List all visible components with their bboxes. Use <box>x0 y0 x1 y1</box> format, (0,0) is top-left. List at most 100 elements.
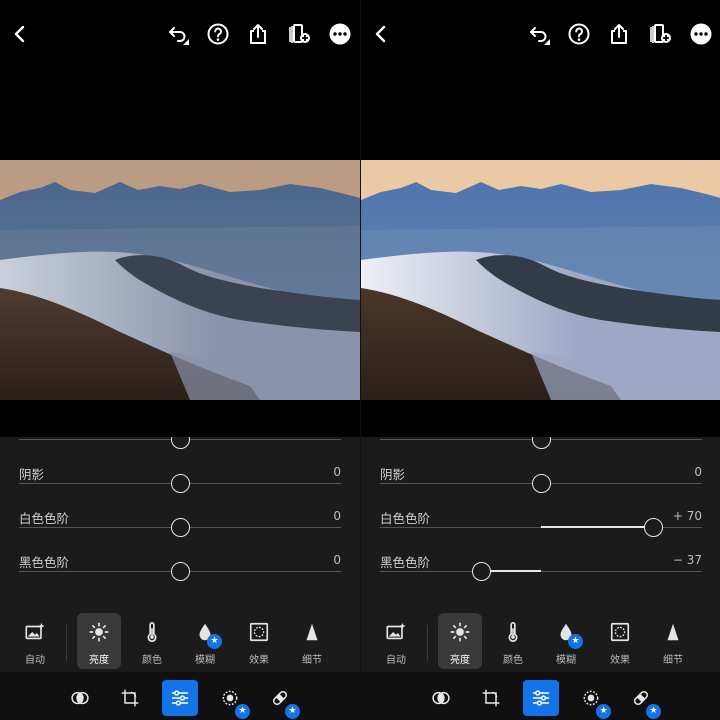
slider-thumb[interactable] <box>531 437 551 449</box>
vignette-icon <box>248 621 270 643</box>
tool-tab-label: 自动 <box>25 655 45 666</box>
light-sliders: 高光0 阴影 0 白色色阶 0 黑色色阶 0 <box>0 437 360 607</box>
slider-value: 0 <box>333 465 341 479</box>
tool-divider <box>66 625 67 661</box>
edit-tools-bar: 自动 亮度 颜色 ★ 模糊 效果 细节 <box>0 607 360 672</box>
back-chevron-icon[interactable] <box>369 22 393 46</box>
add-to-album-icon[interactable] <box>648 22 672 46</box>
tool-tab-label: 颜色 <box>503 655 523 666</box>
premium-star-icon: ★ <box>235 704 250 719</box>
slider-value: − 37 <box>672 553 702 567</box>
sun-icon <box>449 621 471 643</box>
slider-value: 0 <box>694 465 702 479</box>
nav-button[interactable]: ★ <box>262 680 300 719</box>
nav-button[interactable] <box>473 680 509 716</box>
slider-row: 黑色色阶 0 <box>0 552 360 596</box>
vignette-icon <box>609 621 631 643</box>
tool-tab-label: 亮度 <box>450 655 470 666</box>
thermometer-icon <box>502 621 524 643</box>
more-options-icon[interactable] <box>689 22 713 46</box>
photo-preview <box>361 160 720 400</box>
help-icon[interactable] <box>206 22 230 46</box>
undo-icon[interactable] <box>166 22 190 46</box>
nav-button[interactable] <box>62 680 98 716</box>
tool-tab[interactable]: 亮度 <box>77 613 121 669</box>
slider-thumb[interactable] <box>170 518 190 537</box>
slider-thumb[interactable] <box>471 562 491 581</box>
slider-label: 黑色色阶 <box>19 555 70 570</box>
slider-thumb[interactable] <box>170 474 190 493</box>
tool-tab[interactable]: 颜色 <box>491 613 535 669</box>
slider-label: 白色色阶 <box>19 511 70 526</box>
tool-tab[interactable]: 自动 <box>13 613 57 669</box>
slider-label: 白色色阶 <box>380 511 431 526</box>
share-icon[interactable] <box>246 22 270 46</box>
nav-button[interactable]: ★ <box>573 680 611 719</box>
photo-preview <box>0 160 360 400</box>
tool-tab-label: 模糊 <box>556 655 576 666</box>
tool-tab[interactable]: 亮度 <box>438 613 482 669</box>
slider-thumb[interactable] <box>170 562 190 581</box>
slider-thumb[interactable] <box>170 437 190 449</box>
tool-tab-label: 模糊 <box>195 655 215 666</box>
nav-button[interactable]: ★ <box>212 680 250 719</box>
top-toolbar <box>0 0 360 68</box>
auto-photo-icon <box>385 621 407 643</box>
premium-star-icon: ★ <box>207 634 222 649</box>
triangle-icon <box>301 621 323 643</box>
bottom-navigation: ★ ★ <box>361 672 720 720</box>
premium-star-icon: ★ <box>646 704 661 719</box>
tool-tab-label: 自动 <box>386 655 406 666</box>
editor-panel-after: 高光0阴影0白色色阶+ 70黑色色阶− 37 自动亮度颜色★模糊效果细节 ★★ <box>360 0 720 720</box>
slider-row: 白色色阶 + 70 <box>361 508 720 552</box>
thermometer-icon <box>141 621 163 643</box>
slider-value: 0 <box>333 553 341 567</box>
help-icon[interactable] <box>567 22 591 46</box>
more-options-icon[interactable] <box>328 22 352 46</box>
tool-tab[interactable]: ★ 模糊 <box>183 613 227 669</box>
add-to-album-icon[interactable] <box>287 22 311 46</box>
nav-button[interactable] <box>423 680 459 716</box>
premium-star-icon: ★ <box>568 634 583 649</box>
tool-tab[interactable]: 效果 <box>237 613 281 669</box>
slider-row: 阴影 0 <box>361 464 720 508</box>
triangle-icon <box>662 621 684 643</box>
premium-star-icon: ★ <box>596 704 611 719</box>
comparison-view: 高光0阴影0白色色阶0黑色色阶0 自动亮度颜色★模糊效果细节 ★★ <box>0 0 720 720</box>
tool-tab[interactable]: ★ 模糊 <box>544 613 588 669</box>
editor-panel-before: 高光0阴影0白色色阶0黑色色阶0 自动亮度颜色★模糊效果细节 ★★ <box>0 0 360 720</box>
tool-tab-label: 颜色 <box>142 655 162 666</box>
slider-thumb[interactable] <box>531 474 551 493</box>
tool-tab-label: 亮度 <box>89 655 109 666</box>
sun-icon <box>88 621 110 643</box>
back-chevron-icon[interactable] <box>8 22 32 46</box>
premium-star-icon: ★ <box>285 704 300 719</box>
tool-divider <box>427 625 428 661</box>
slider-row: 黑色色阶 − 37 <box>361 552 720 596</box>
share-icon[interactable] <box>607 22 631 46</box>
nav-button[interactable] <box>112 680 148 716</box>
nav-button[interactable] <box>523 680 559 716</box>
nav-button[interactable] <box>162 680 198 716</box>
slider-label: 黑色色阶 <box>380 555 431 570</box>
slider-label: 阴影 <box>19 467 45 482</box>
tool-tab[interactable]: 颜色 <box>130 613 174 669</box>
slider-label: 阴影 <box>380 467 406 482</box>
tool-tab-label: 细节 <box>302 655 322 666</box>
tool-tab[interactable]: 效果 <box>598 613 642 669</box>
slider-row: 高光0 <box>0 437 360 464</box>
tool-tab-label: 细节 <box>663 655 683 666</box>
bottom-navigation: ★ ★ <box>0 672 360 720</box>
tool-tab-label: 效果 <box>249 655 269 666</box>
slider-row: 高光0 <box>361 437 720 464</box>
auto-photo-icon <box>24 621 46 643</box>
tool-tab[interactable]: 细节 <box>290 613 334 669</box>
tool-tab[interactable]: 细节 <box>651 613 695 669</box>
nav-button[interactable]: ★ <box>623 680 661 719</box>
tool-tab[interactable]: 自动 <box>374 613 418 669</box>
tool-tab-label: 效果 <box>610 655 630 666</box>
slider-track[interactable] <box>380 571 702 572</box>
slider-thumb[interactable] <box>644 518 664 537</box>
undo-icon[interactable] <box>527 22 551 46</box>
light-sliders: 高光0 阴影 0 白色色阶 + 70 黑色色阶 − 37 <box>361 437 720 607</box>
